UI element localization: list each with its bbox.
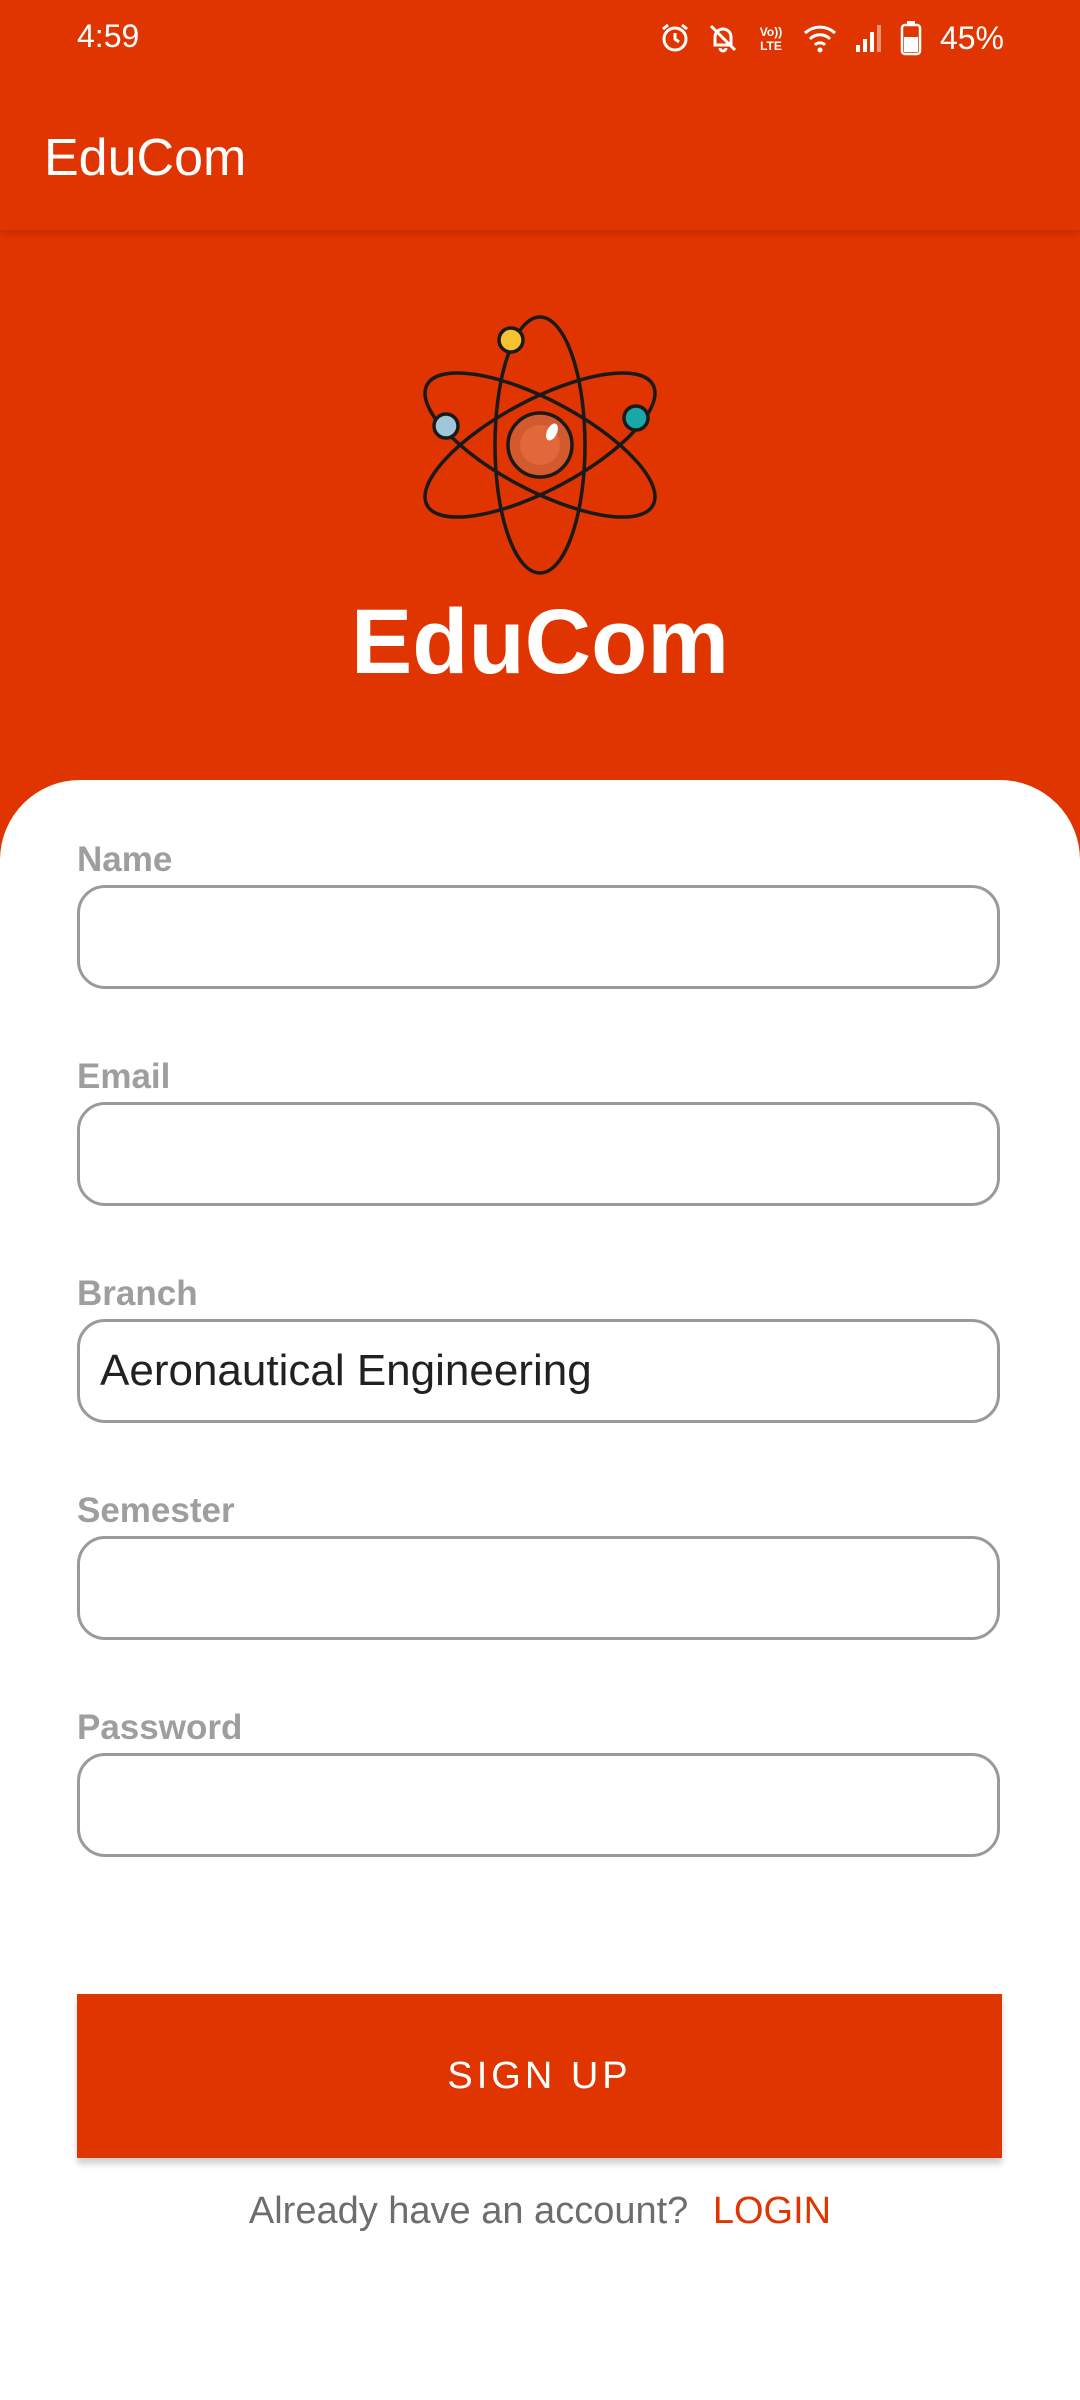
branch-field[interactable] bbox=[77, 1319, 1000, 1423]
signup-button[interactable]: SIGN UP bbox=[77, 1994, 1002, 2158]
semester-field[interactable] bbox=[77, 1536, 1000, 1640]
status-icons: Vo)) LTE 45% bbox=[658, 16, 1004, 60]
atom-icon bbox=[423, 315, 657, 575]
login-prompt: Already have an account? bbox=[248, 2190, 689, 2232]
status-bar: 4:59 Vo)) LTE 45% bbox=[0, 0, 1080, 80]
brand-name: EduCom bbox=[350, 591, 730, 693]
volte-icon: Vo)) LTE bbox=[760, 25, 782, 53]
login-row: Already have an account? LOGIN bbox=[0, 2190, 1080, 2233]
login-link[interactable]: LOGIN bbox=[713, 2190, 831, 2232]
wifi-icon bbox=[803, 25, 836, 53]
branch-label: Branch bbox=[77, 1274, 198, 1313]
semester-label: Semester bbox=[77, 1491, 235, 1530]
password-field[interactable] bbox=[77, 1753, 1000, 1857]
password-label: Password bbox=[77, 1708, 243, 1747]
svg-text:LTE: LTE bbox=[760, 39, 782, 53]
app-title: EduCom bbox=[44, 129, 247, 187]
status-time: 4:59 bbox=[77, 18, 140, 54]
alarm-icon bbox=[662, 23, 688, 52]
battery-percent: 45% bbox=[939, 19, 1004, 56]
svg-text:Vo)): Vo)) bbox=[760, 25, 782, 39]
email-label: Email bbox=[77, 1057, 171, 1096]
battery-icon bbox=[900, 21, 922, 56]
app-bar: EduCom bbox=[0, 80, 1080, 230]
signal-icon bbox=[855, 25, 881, 52]
bell-muted-icon bbox=[709, 24, 737, 53]
name-label: Name bbox=[77, 840, 173, 879]
name-field[interactable] bbox=[77, 885, 1000, 989]
email-field[interactable] bbox=[77, 1102, 1000, 1206]
signup-form: Name Email Branch Semester Password SIGN… bbox=[0, 780, 1080, 2400]
